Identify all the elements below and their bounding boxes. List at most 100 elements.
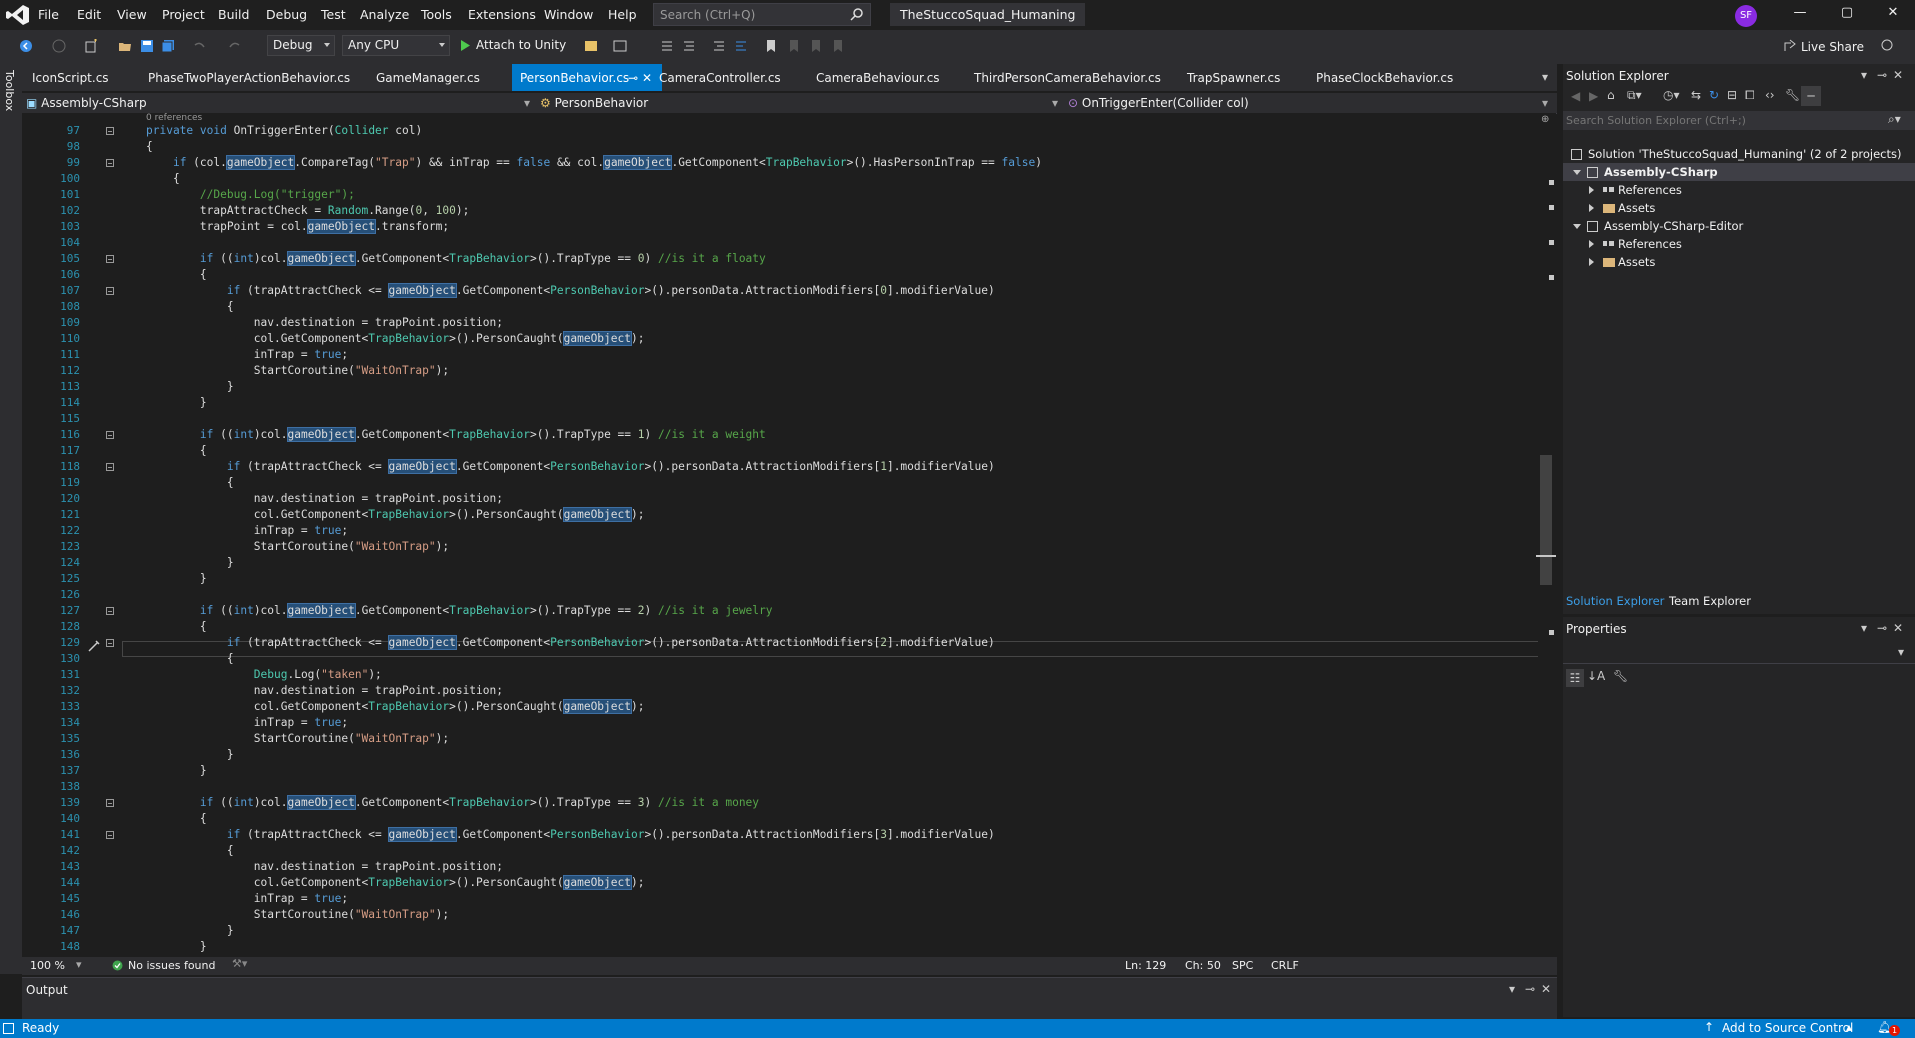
pin-icon[interactable]: ⊸ <box>1877 68 1887 82</box>
close-window-button[interactable]: ✕ <box>1878 5 1908 25</box>
collapse-region-icon[interactable] <box>106 431 114 439</box>
code-editor[interactable]: 97 98 99 100 101 102 103 104 105 106 107 108 109 110 1… <box>22 113 1544 957</box>
collapse-region-icon[interactable] <box>106 607 114 615</box>
undo-icon[interactable] <box>192 39 206 53</box>
tree-references-1[interactable]: References <box>1585 181 1682 199</box>
save-all-icon[interactable] <box>161 39 175 53</box>
window-position-icon[interactable]: ▾ <box>1861 621 1867 635</box>
feedback-icon[interactable] <box>1880 39 1894 53</box>
new-project-icon[interactable] <box>84 39 98 53</box>
back-icon[interactable]: ◀ <box>1571 89 1580 103</box>
solution-search-input[interactable] <box>1563 111 1869 130</box>
cleanup-icon[interactable]: ⚒▾ <box>232 957 247 970</box>
collapse-region-icon[interactable] <box>106 799 114 807</box>
collapse-icon[interactable] <box>1589 240 1594 248</box>
expand-icon[interactable] <box>1573 170 1581 175</box>
platform-dropdown[interactable]: Any CPU <box>342 35 450 56</box>
user-avatar[interactable]: SF <box>1735 5 1757 27</box>
menu-window[interactable]: Window <box>544 7 593 22</box>
save-icon[interactable] <box>140 39 154 53</box>
menu-help[interactable]: Help <box>608 7 637 22</box>
tree-references-2[interactable]: References <box>1585 235 1682 253</box>
comment-icon[interactable] <box>712 39 726 53</box>
visual-studio-logo-icon[interactable] <box>6 4 30 26</box>
tab-iconscript[interactable]: IconScript.cs <box>32 64 109 91</box>
preview-selected-icon[interactable]: ─ <box>1801 86 1821 106</box>
pending-changes-icon[interactable]: ◷▾ <box>1663 88 1680 102</box>
zoom-dropdown[interactable]: 100 % <box>30 959 65 972</box>
collapse-icon[interactable] <box>1589 204 1594 212</box>
collapse-icon[interactable] <box>1589 258 1594 266</box>
step-icon[interactable] <box>660 39 674 53</box>
clear-bookmarks-icon[interactable] <box>831 39 845 53</box>
whitespace-indicator[interactable]: SPC <box>1232 959 1253 972</box>
menu-build[interactable]: Build <box>218 7 249 22</box>
menu-analyze[interactable]: Analyze <box>360 7 409 22</box>
collapse-region-icon[interactable] <box>106 255 114 263</box>
forward-icon[interactable]: ▶ <box>1589 89 1598 103</box>
restore-button[interactable]: ▢ <box>1832 5 1862 25</box>
view-code-icon[interactable]: ‹› <box>1765 88 1775 102</box>
home-icon[interactable]: ⌂ <box>1607 88 1615 102</box>
format-icon[interactable] <box>682 39 696 53</box>
close-icon[interactable]: ✕ <box>1893 68 1903 82</box>
attach-to-unity-button[interactable]: Attach to Unity <box>458 35 566 56</box>
collapse-region-icon[interactable] <box>106 159 114 167</box>
sync-icon[interactable]: ⇆ <box>1691 88 1701 102</box>
close-icon[interactable]: ✕ <box>1541 982 1551 996</box>
next-bookmark-icon[interactable] <box>809 39 823 53</box>
uncomment-icon[interactable] <box>734 39 748 53</box>
collapse-region-icon[interactable] <box>106 639 114 647</box>
scrollbar-thumb[interactable] <box>1540 455 1552 585</box>
search-input[interactable] <box>654 4 846 25</box>
tree-assets-1[interactable]: Assets <box>1585 199 1655 217</box>
properties-icon[interactable]: 🔧︎ <box>1785 88 1800 102</box>
tab-solution-explorer[interactable]: Solution Explorer <box>1566 594 1664 608</box>
class-dropdown[interactable]: ⚙ PersonBehavior ▾ <box>540 94 1062 112</box>
search-icon[interactable]: ⌕▾ <box>1888 112 1901 127</box>
menu-file[interactable]: File <box>38 7 59 22</box>
prev-bookmark-icon[interactable] <box>787 39 801 53</box>
menu-debug[interactable]: Debug <box>266 7 307 22</box>
expand-icon[interactable] <box>1573 224 1581 229</box>
alphabetical-icon[interactable]: ↓A <box>1587 669 1605 683</box>
toolbox-tab[interactable]: Toolbox <box>3 70 16 111</box>
refresh-icon[interactable]: ↻ <box>1709 88 1719 102</box>
tree-assets-2[interactable]: Assets <box>1585 253 1655 271</box>
collapse-region-icon[interactable] <box>106 463 114 471</box>
column-indicator[interactable]: Ch: 50 <box>1185 959 1221 972</box>
member-dropdown[interactable]: ⊙ OnTriggerEnter(Collider col) ▾ <box>1068 94 1552 112</box>
close-tab-icon[interactable]: ✕ <box>642 64 652 92</box>
menu-test[interactable]: Test <box>321 7 346 22</box>
tab-personbehavior[interactable]: PersonBehavior.cs ⊸ ✕ <box>512 64 662 91</box>
window-position-icon[interactable]: ▾ <box>1509 982 1515 996</box>
minimize-button[interactable]: — <box>1785 5 1815 25</box>
open-folder-icon[interactable] <box>118 39 132 53</box>
tree-project-assembly-csharp[interactable]: Assembly-CSharp <box>1563 163 1915 181</box>
tree-solution-node[interactable]: Solution 'TheStuccoSquad_Humaning' (2 of… <box>1571 145 1901 163</box>
browser-link-icon[interactable] <box>613 39 627 53</box>
line-indicator[interactable]: Ln: 129 <box>1125 959 1166 972</box>
configuration-dropdown[interactable]: Debug <box>267 35 335 56</box>
tab-team-explorer[interactable]: Team Explorer <box>1669 594 1751 608</box>
property-pages-icon[interactable]: 🔧︎ <box>1613 669 1628 683</box>
tab-camerabehaviour[interactable]: CameraBehaviour.cs <box>816 64 940 91</box>
tab-thirdpersoncamerabehavior[interactable]: ThirdPersonCameraBehavior.cs <box>974 64 1161 91</box>
categorized-icon[interactable]: ☷ <box>1566 669 1584 687</box>
collapse-icon[interactable] <box>1589 186 1594 194</box>
codelens-references[interactable]: 0 references <box>146 113 202 123</box>
menu-edit[interactable]: Edit <box>77 7 101 22</box>
collapse-all-icon[interactable]: ⊟ <box>1727 88 1737 102</box>
unity-target-icon[interactable] <box>584 39 598 53</box>
quick-actions-icon[interactable] <box>86 638 102 654</box>
forward-icon[interactable] <box>52 39 66 53</box>
menu-tools[interactable]: Tools <box>421 7 452 22</box>
live-share-button[interactable]: Live Share <box>1801 40 1864 54</box>
tab-overflow-icon[interactable]: ▾ <box>1542 70 1548 84</box>
tree-project-assembly-csharp-editor[interactable]: Assembly-CSharp-Editor <box>1563 217 1743 235</box>
chevron-up-icon[interactable]: ▴ <box>1846 1020 1852 1034</box>
tab-phasetwoplayeractionbehavior[interactable]: PhaseTwoPlayerActionBehavior.cs <box>148 64 350 91</box>
object-selector[interactable]: ▾ <box>1563 643 1915 664</box>
issues-status[interactable]: No issues found <box>128 959 215 972</box>
tab-phaseclockbehavior[interactable]: PhaseClockBehavior.cs <box>1316 64 1453 91</box>
